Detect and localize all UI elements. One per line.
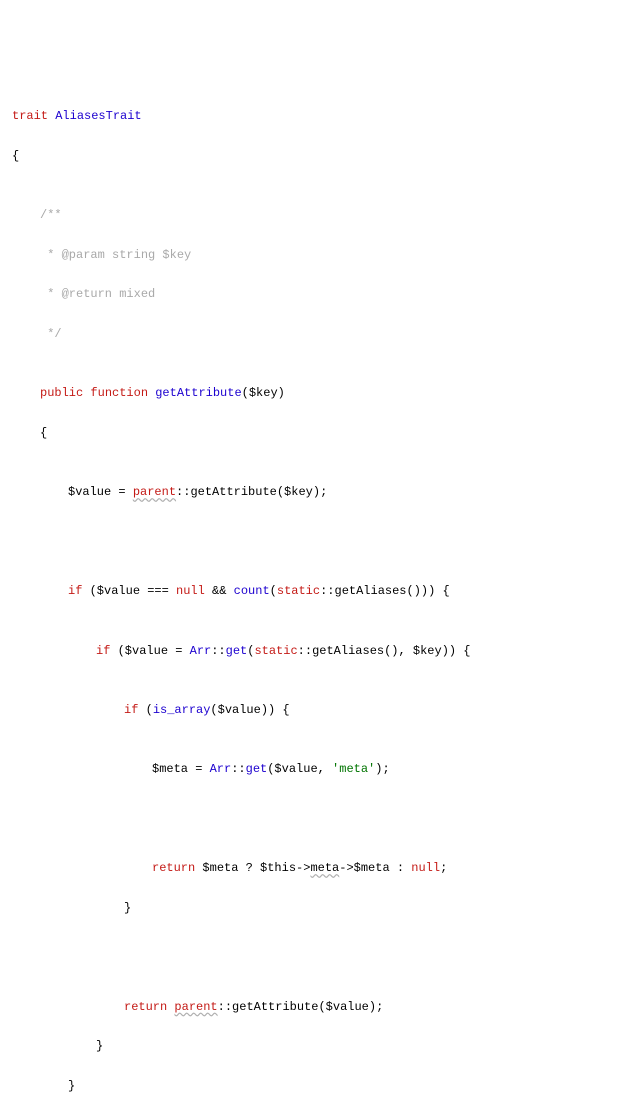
txt: ; bbox=[440, 861, 447, 875]
dcolon: :: bbox=[298, 644, 312, 658]
fn-get: get bbox=[226, 644, 248, 658]
doc-open: /** bbox=[12, 206, 617, 226]
brace-open: { bbox=[12, 424, 617, 444]
call: getAliases bbox=[312, 644, 384, 658]
brace-close: } bbox=[12, 899, 617, 919]
kw-parent: parent bbox=[133, 485, 176, 499]
txt: (), $key)) { bbox=[384, 644, 470, 658]
blank-line bbox=[12, 800, 617, 820]
stmt-return-meta: return $meta ? $this->meta->$meta : null… bbox=[12, 859, 617, 879]
prop-meta: meta bbox=[310, 861, 339, 875]
code-line: trait AliasesTrait bbox=[12, 107, 617, 127]
doc-close: */ bbox=[12, 325, 617, 345]
sp bbox=[167, 1000, 174, 1014]
stmt: $value = parent::getAttribute($key); bbox=[12, 483, 617, 503]
cls-arr: Arr bbox=[210, 762, 232, 776]
txt: ); bbox=[375, 762, 389, 776]
cls-arr: Arr bbox=[190, 644, 212, 658]
txt: ())) { bbox=[407, 584, 450, 598]
kw-null: null bbox=[176, 584, 205, 598]
brace-open: { bbox=[12, 147, 617, 167]
txt: ->$meta : bbox=[339, 861, 411, 875]
kw-public: public bbox=[40, 386, 83, 400]
txt: ($value, bbox=[267, 762, 332, 776]
doc-param: * @param string $key bbox=[12, 246, 617, 266]
kw-function: function bbox=[90, 386, 148, 400]
txt: && bbox=[205, 584, 234, 598]
kw-null: null bbox=[411, 861, 440, 875]
kw-return: return bbox=[152, 861, 195, 875]
stmt-return-parent: return parent::getAttribute($value); bbox=[12, 998, 617, 1018]
dcolon: :: bbox=[231, 762, 245, 776]
txt: $meta ? $this-> bbox=[195, 861, 310, 875]
kw-if: if bbox=[96, 644, 110, 658]
if-outer: if ($value === null && count(static::get… bbox=[12, 582, 617, 602]
call: getAttribute bbox=[190, 485, 276, 499]
fn-count: count bbox=[234, 584, 270, 598]
txt: ($value = bbox=[110, 644, 189, 658]
call: getAliases bbox=[335, 584, 407, 598]
call: getAttribute bbox=[232, 1000, 318, 1014]
fn-params: ($key) bbox=[242, 386, 285, 400]
fn-isarray: is_array bbox=[153, 703, 211, 717]
str-meta: 'meta' bbox=[332, 762, 375, 776]
blank-line bbox=[12, 523, 617, 543]
brace-close: } bbox=[12, 1037, 617, 1057]
kw-trait: trait bbox=[12, 109, 48, 123]
tail: ($key); bbox=[277, 485, 327, 499]
fn-name: getAttribute bbox=[155, 386, 241, 400]
kw-static: static bbox=[277, 584, 320, 598]
trait-name: AliasesTrait bbox=[55, 109, 141, 123]
txt: ($value === bbox=[82, 584, 176, 598]
brace-close: } bbox=[12, 1077, 617, 1096]
txt: ( bbox=[270, 584, 277, 598]
assign: $meta = bbox=[152, 762, 210, 776]
if-inner1: if ($value = Arr::get(static::getAliases… bbox=[12, 642, 617, 662]
kw-parent: parent bbox=[174, 1000, 217, 1014]
if-inner2: if (is_array($value)) { bbox=[12, 701, 617, 721]
stmt-meta: $meta = Arr::get($value, 'meta'); bbox=[12, 760, 617, 780]
dcolon: :: bbox=[320, 584, 334, 598]
fn-sig: public function getAttribute($key) bbox=[12, 384, 617, 404]
dcolon: :: bbox=[211, 644, 225, 658]
txt: ( bbox=[247, 644, 254, 658]
dcolon: :: bbox=[218, 1000, 232, 1014]
txt: ( bbox=[138, 703, 152, 717]
txt: ($value)) { bbox=[210, 703, 289, 717]
assign: $value = bbox=[68, 485, 133, 499]
blank-line bbox=[12, 938, 617, 958]
kw-if: if bbox=[68, 584, 82, 598]
doc-return: * @return mixed bbox=[12, 285, 617, 305]
dcolon: :: bbox=[176, 485, 190, 499]
fn-get: get bbox=[246, 762, 268, 776]
kw-static: static bbox=[254, 644, 297, 658]
kw-return: return bbox=[124, 1000, 167, 1014]
txt: ($value); bbox=[318, 1000, 383, 1014]
kw-if: if bbox=[124, 703, 138, 717]
